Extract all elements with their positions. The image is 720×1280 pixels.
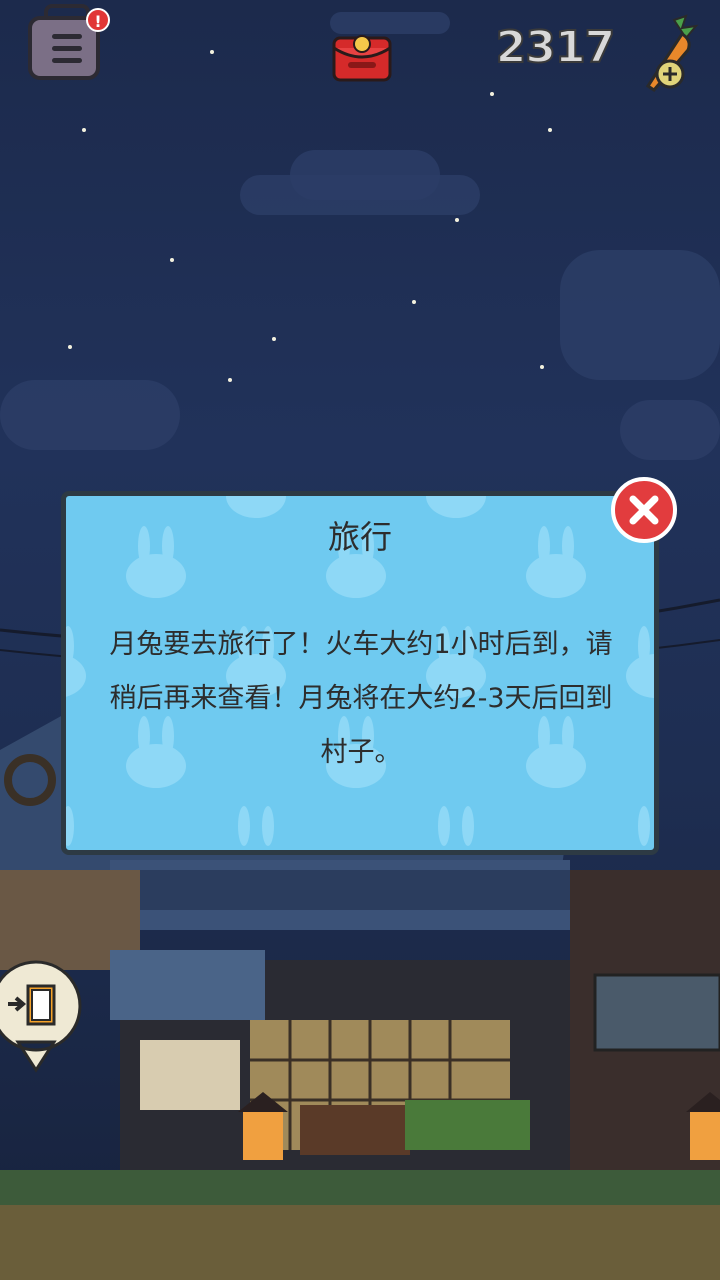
star	[272, 337, 276, 341]
cloud	[240, 175, 480, 215]
star	[540, 365, 544, 369]
cloud	[0, 380, 180, 450]
star	[412, 300, 416, 304]
star	[490, 92, 494, 96]
star	[82, 128, 86, 132]
star	[68, 345, 72, 349]
star	[170, 258, 174, 262]
cloud	[560, 250, 720, 380]
star	[455, 218, 459, 222]
notification-badge: !	[86, 8, 110, 32]
star	[548, 128, 552, 132]
star	[228, 378, 232, 382]
cloud	[620, 400, 720, 460]
close-x-icon	[629, 495, 659, 525]
carrot-add-icon[interactable]	[634, 14, 704, 94]
dialog-title: 旅行	[327, 518, 392, 556]
menu-button[interactable]: !	[28, 4, 110, 82]
red-envelope-icon[interactable]	[330, 32, 394, 84]
star	[210, 50, 214, 54]
carrot-count: 2317	[495, 21, 616, 74]
exit-door-button[interactable]	[0, 958, 84, 1076]
dialog-message: 月兔要去旅行了！火车大约1小时后到，请稍后再来查看！月兔将在大约2-3天后回到村…	[109, 629, 613, 768]
close-button[interactable]	[611, 477, 677, 543]
travel-dialog: 旅行 月兔要去旅行了！火车大约1小时后到，请稍后再来查看！月兔将在大约2-3天后…	[61, 491, 659, 855]
game-scene: ! 2317 旅行 月兔要去旅行了！火车大约1小时后到，请稍后再来查看！月兔将在…	[0, 0, 720, 1280]
cloud	[330, 12, 450, 34]
